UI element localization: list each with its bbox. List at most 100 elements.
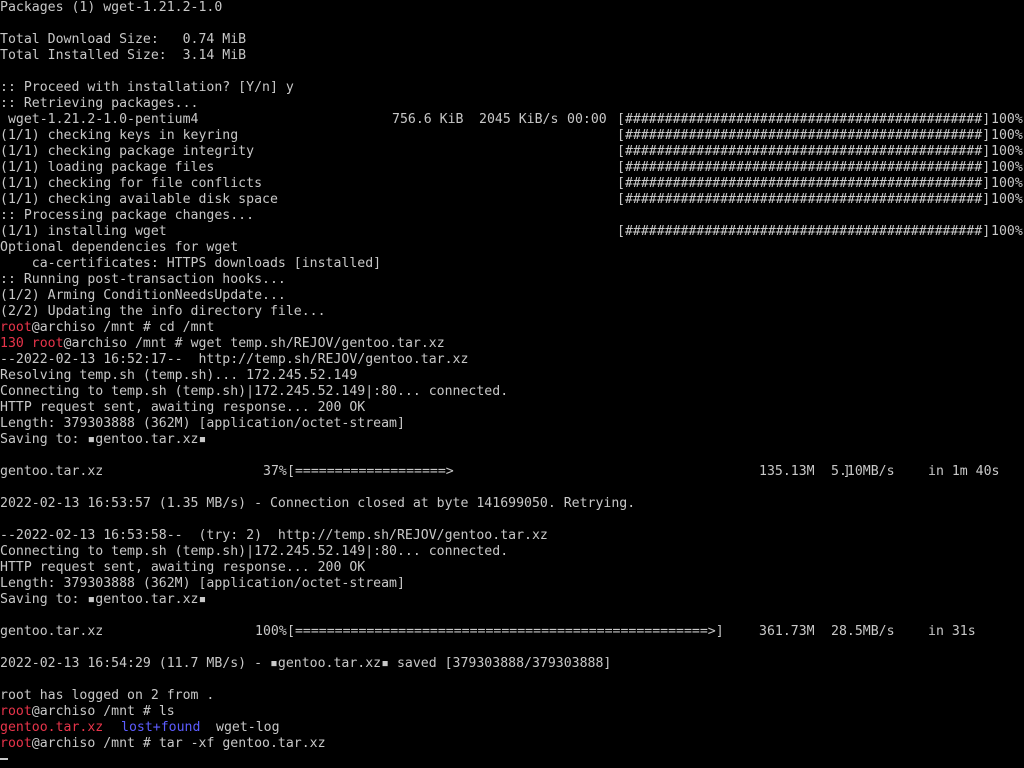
step-progress-bar: [#######################################… bbox=[617, 192, 991, 207]
installing-percent: 100% bbox=[991, 224, 1023, 239]
terminal-screen[interactable]: Packages (1) wget-1.21.2-1.0 Total Downl… bbox=[0, 0, 1024, 768]
retrieving-line: :: Retrieving packages... bbox=[0, 96, 1024, 112]
wget-progress-percent: 37% bbox=[263, 464, 287, 479]
retrieve-row: wget-1.21.2-1.0-pentium4 756.6 KiB 2045 … bbox=[0, 112, 1024, 128]
wget-request-text: HTTP request sent, awaiting response... … bbox=[0, 400, 366, 415]
wget-progress-size: 361.73M bbox=[759, 624, 815, 639]
download-size-text: Total Download Size: 0.74 MiB bbox=[0, 32, 247, 47]
retrieve-package-name: wget-1.21.2-1.0-pentium4 bbox=[0, 112, 199, 127]
wget-progress-bar: [=======================================… bbox=[287, 624, 724, 639]
ls-output-line: gentoo.tar.xz lost+found wget-log bbox=[0, 720, 1024, 736]
wget-length-line: Length: 379303888 (362M) [application/oc… bbox=[0, 416, 1024, 432]
prompt-host-path: @archiso /mnt # bbox=[31, 736, 159, 751]
step-row: (1/1) loading package files [###########… bbox=[0, 160, 1024, 176]
wget-saving-line: Saving to: ▪gentoo.tar.xz▪ bbox=[0, 592, 1024, 608]
optional-deps-item-text: ca-certificates: HTTPS downloads [instal… bbox=[0, 256, 382, 271]
text-cursor bbox=[0, 758, 8, 760]
wget-request-line: HTTP request sent, awaiting response... … bbox=[0, 560, 1024, 576]
step-percent: 100% bbox=[991, 176, 1023, 191]
processing-text: :: Processing package changes... bbox=[0, 208, 255, 223]
step-label: (1/1) checking keys in keyring bbox=[0, 128, 239, 143]
wget-progress-row: gentoo.tar.xz 100% [====================… bbox=[0, 624, 1024, 640]
step-row: (1/1) checking package integrity [######… bbox=[0, 144, 1024, 160]
prompt-host-path: @archiso /mnt # bbox=[63, 336, 191, 351]
step-row: (1/1) checking keys in keyring [########… bbox=[0, 128, 1024, 144]
hook-text: (2/2) Updating the info directory file..… bbox=[0, 304, 326, 319]
wget-connecting-line: Connecting to temp.sh (temp.sh)|172.245.… bbox=[0, 384, 1024, 400]
wget-retry-start-text: --2022-02-13 16:53:58-- (try: 2) http://… bbox=[0, 528, 548, 543]
proceed-text: :: Proceed with installation? [Y/n] y bbox=[0, 80, 294, 95]
wget-retry-start-line: --2022-02-13 16:53:58-- (try: 2) http://… bbox=[0, 528, 1024, 544]
wget-length-text: Length: 379303888 (362M) [application/oc… bbox=[0, 576, 405, 591]
prompt-user: root bbox=[0, 736, 32, 751]
wget-start-line: --2022-02-13 16:52:17-- http://temp.sh/R… bbox=[0, 352, 1024, 368]
ls-entry-directory: lost+found bbox=[121, 720, 201, 735]
wget-progress-eta: in 1m 40s bbox=[928, 464, 1000, 479]
wget-progress-row: gentoo.tar.xz 37% [===================> … bbox=[0, 464, 1024, 480]
wget-saving-text: Saving to: ▪gentoo.tar.xz▪ bbox=[0, 592, 207, 607]
command-text: wget temp.sh/REJOV/gentoo.tar.xz bbox=[190, 336, 445, 351]
wget-length-line: Length: 379303888 (362M) [application/oc… bbox=[0, 576, 1024, 592]
wget-connecting-text: Connecting to temp.sh (temp.sh)|172.245.… bbox=[0, 544, 509, 559]
wget-progress-file: gentoo.tar.xz bbox=[0, 624, 104, 639]
step-label: (1/1) checking for file conflicts bbox=[0, 176, 263, 191]
step-percent: 100% bbox=[991, 192, 1023, 207]
wget-request-text: HTTP request sent, awaiting response... … bbox=[0, 560, 366, 575]
wget-connecting-text: Connecting to temp.sh (temp.sh)|172.245.… bbox=[0, 384, 509, 399]
retrieve-speed: 2045 KiB/s bbox=[479, 112, 559, 127]
command-text: cd /mnt bbox=[158, 320, 215, 335]
prompt-user: root bbox=[31, 336, 64, 351]
hooks-line: :: Running post-transaction hooks... bbox=[0, 272, 1024, 288]
wget-progress-eta: in 31s bbox=[928, 624, 976, 639]
wget-saved-text: 2022-02-13 16:54:29 (11.7 MB/s) - ▪gento… bbox=[0, 656, 612, 671]
exit-code: 130 bbox=[0, 336, 32, 351]
wget-progress-percent: 100% bbox=[255, 624, 287, 639]
prompt-line-tar: root@archiso /mnt # tar -xf gentoo.tar.x… bbox=[0, 736, 1024, 752]
prompt-host-path: @archiso /mnt # bbox=[31, 320, 159, 335]
prompt-line-ls: root@archiso /mnt # ls bbox=[0, 704, 1024, 720]
wget-connecting-line: Connecting to temp.sh (temp.sh)|172.245.… bbox=[0, 544, 1024, 560]
wget-closed-line: 2022-02-13 16:53:57 (1.35 MB/s) - Connec… bbox=[0, 496, 1024, 512]
step-row: (1/1) checking for file conflicts [#####… bbox=[0, 176, 1024, 192]
retrieve-percent: 100% bbox=[991, 112, 1023, 127]
login-notice-line: root has logged on 2 from . bbox=[0, 688, 1024, 704]
installing-row: (1/1) installing wget [#################… bbox=[0, 224, 1024, 240]
installing-progress-bar: [#######################################… bbox=[617, 224, 991, 239]
command-text: tar -xf gentoo.tar.xz bbox=[158, 736, 326, 751]
ls-entry-archive: gentoo.tar.xz bbox=[0, 720, 104, 735]
prompt-user: root bbox=[0, 704, 32, 719]
wget-resolving-line: Resolving temp.sh (temp.sh)... 172.245.5… bbox=[0, 368, 1024, 384]
step-percent: 100% bbox=[991, 160, 1023, 175]
optional-deps-header: Optional dependencies for wget bbox=[0, 240, 1024, 256]
prompt-user: root bbox=[0, 320, 32, 335]
prompt-host-path: @archiso /mnt # bbox=[31, 704, 159, 719]
command-text: ls bbox=[158, 704, 175, 719]
installed-size-line: Total Installed Size: 3.14 MiB bbox=[0, 48, 1024, 64]
prompt-line-wget: 130 root@archiso /mnt # wget temp.sh/REJ… bbox=[0, 336, 1024, 352]
installed-size-text: Total Installed Size: 3.14 MiB bbox=[0, 48, 247, 63]
download-size-line: Total Download Size: 0.74 MiB bbox=[0, 32, 1024, 48]
retrieve-progress-bar: [#######################################… bbox=[617, 112, 991, 127]
step-progress-bar: [#######################################… bbox=[617, 160, 991, 175]
optional-deps-item: ca-certificates: HTTPS downloads [instal… bbox=[0, 256, 1024, 272]
wget-closed-text: 2022-02-13 16:53:57 (1.35 MB/s) - Connec… bbox=[0, 496, 636, 511]
step-percent: 100% bbox=[991, 128, 1023, 143]
wget-progress-speed: 28.5MB/s bbox=[831, 624, 895, 639]
hook-text: (1/2) Arming ConditionNeedsUpdate... bbox=[0, 288, 286, 303]
wget-saved-line: 2022-02-13 16:54:29 (11.7 MB/s) - ▪gento… bbox=[0, 656, 1024, 672]
packages-line: Packages (1) wget-1.21.2-1.0 bbox=[0, 0, 1024, 16]
retrieve-size: 756.6 KiB bbox=[392, 112, 464, 127]
step-progress-bar: [#######################################… bbox=[617, 144, 991, 159]
wget-request-line: HTTP request sent, awaiting response... … bbox=[0, 400, 1024, 416]
wget-resolving-text: Resolving temp.sh (temp.sh)... 172.245.5… bbox=[0, 368, 358, 383]
retrieve-time: 00:00 bbox=[567, 112, 607, 127]
step-label: (1/1) loading package files bbox=[0, 160, 215, 175]
step-label: (1/1) checking available disk space bbox=[0, 192, 278, 207]
